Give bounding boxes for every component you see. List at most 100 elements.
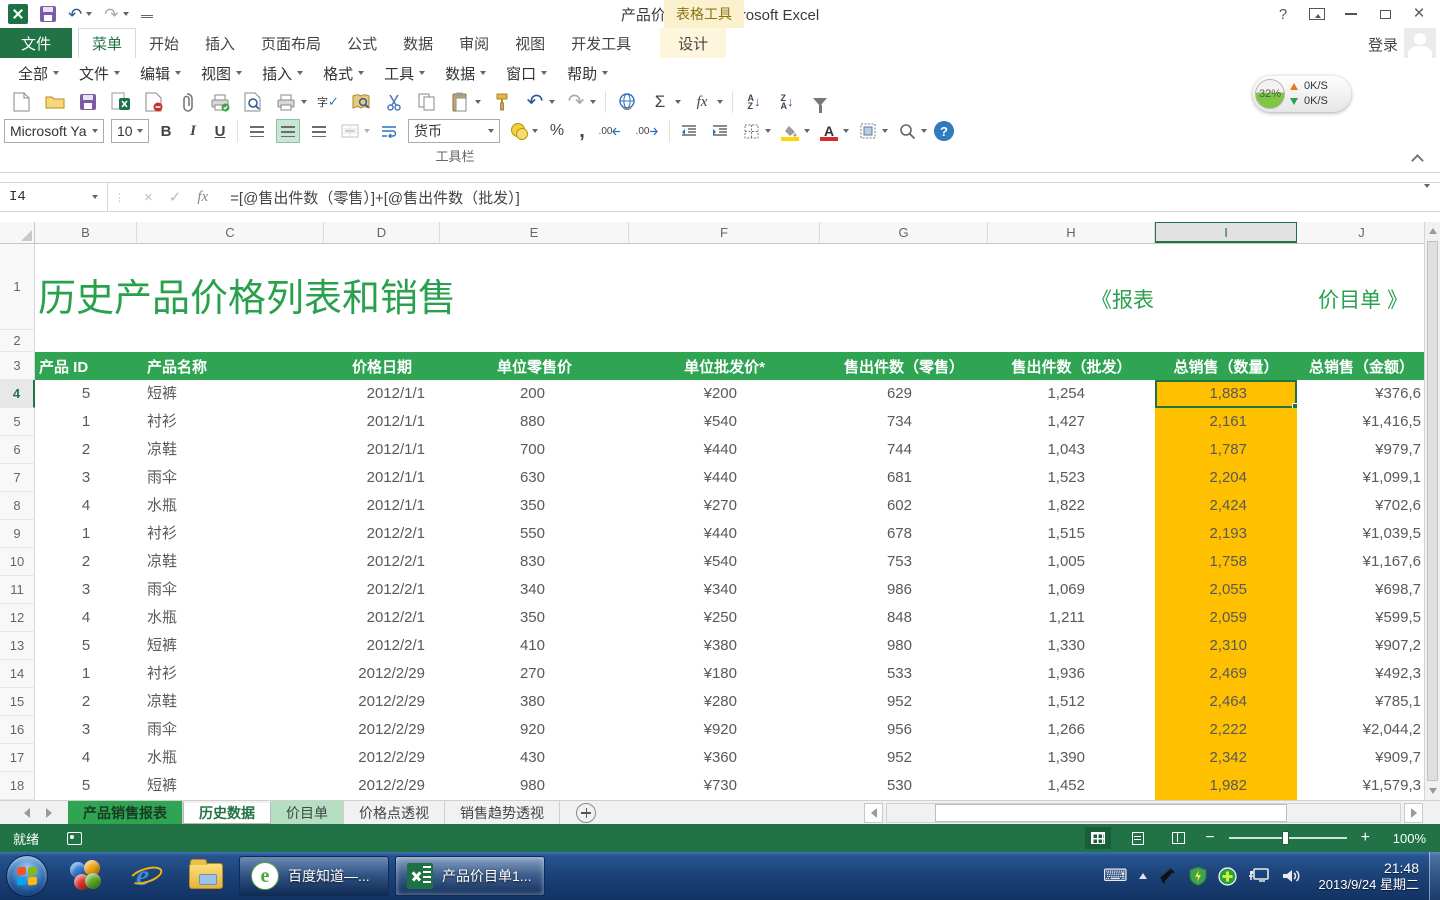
row-header[interactable]: 6 xyxy=(0,436,35,464)
cut-icon[interactable] xyxy=(382,90,406,114)
cell-total-sales-qty[interactable]: 1,982 xyxy=(1155,772,1297,800)
cell-unit-wholesale-price[interactable]: ¥180 xyxy=(629,660,820,688)
cell-price-date[interactable]: 2012/2/1 xyxy=(324,604,440,632)
cell-product-id[interactable]: 1 xyxy=(35,408,137,436)
page-layout-view-button[interactable] xyxy=(1125,827,1151,849)
menu-item[interactable]: 全部 xyxy=(8,58,69,88)
align-center-icon[interactable] xyxy=(276,119,300,143)
prev-sheet-icon[interactable] xyxy=(24,808,30,818)
sheet-tab[interactable]: 价目单 xyxy=(271,801,344,824)
cell-total-sales-amount[interactable]: ¥1,167,6 xyxy=(1297,548,1427,576)
menu-item[interactable]: 视图 xyxy=(191,58,252,88)
row-header[interactable]: 5 xyxy=(0,408,35,436)
cell-product-name[interactable]: 水瓶 xyxy=(137,744,324,772)
menu-item[interactable]: 编辑 xyxy=(130,58,191,88)
font-size-select[interactable]: 10 xyxy=(111,119,149,143)
row-header[interactable]: 16 xyxy=(0,716,35,744)
ribbon-tab[interactable]: 设计 xyxy=(660,28,726,58)
sheet-tab[interactable]: 历史数据 xyxy=(183,801,271,824)
cell-price-date[interactable]: 2012/2/29 xyxy=(324,716,440,744)
cell-total-sales-qty[interactable]: 2,222 xyxy=(1155,716,1297,744)
redo-list-dropdown-icon[interactable] xyxy=(590,100,596,104)
column-header[interactable]: B xyxy=(35,222,137,243)
cell-total-sales-amount[interactable]: ¥907,2 xyxy=(1297,632,1427,660)
cell-unit-retail-price[interactable]: 630 xyxy=(440,464,629,492)
undo-quick-icon[interactable]: ↶ xyxy=(68,6,82,23)
cell-units-sold-wholesale[interactable]: 1,936 xyxy=(988,660,1155,688)
cell-total-sales-qty[interactable]: 2,059 xyxy=(1155,604,1297,632)
cell-product-name[interactable]: 雨伞 xyxy=(137,464,324,492)
save-icon[interactable] xyxy=(76,90,100,114)
merge-cells-icon[interactable] xyxy=(338,119,362,143)
sign-in-link[interactable]: 登录 xyxy=(1368,30,1398,58)
redo-dropdown-icon[interactable] xyxy=(123,12,129,16)
row-header[interactable]: 2 xyxy=(0,330,35,352)
cell-total-sales-qty[interactable]: 2,424 xyxy=(1155,492,1297,520)
column-header[interactable]: G xyxy=(820,222,988,243)
insert-function-icon[interactable]: fx xyxy=(690,90,714,114)
row-header[interactable]: 18 xyxy=(0,772,35,800)
insert-function-button[interactable]: fx xyxy=(197,189,208,206)
cell-product-id[interactable]: 5 xyxy=(35,772,137,800)
cell-product-name[interactable]: 雨伞 xyxy=(137,576,324,604)
colorful-spheres-app-icon[interactable] xyxy=(62,854,110,898)
cell-unit-wholesale-price[interactable]: ¥380 xyxy=(629,632,820,660)
cell-units-sold-retail[interactable]: 744 xyxy=(820,436,988,464)
row-header[interactable]: 9 xyxy=(0,520,35,548)
cell-total-sales-qty[interactable]: 2,055 xyxy=(1155,576,1297,604)
cell-units-sold-retail[interactable]: 602 xyxy=(820,492,988,520)
menu-item[interactable]: 数据 xyxy=(435,58,496,88)
ribbon-tab[interactable]: 数据 xyxy=(390,28,446,58)
font-color-icon[interactable]: A xyxy=(817,119,841,143)
cell-unit-retail-price[interactable]: 270 xyxy=(440,660,629,688)
font-color-dropdown-icon[interactable] xyxy=(843,129,849,133)
column-header[interactable]: J xyxy=(1297,222,1427,243)
cell-unit-retail-price[interactable]: 200 xyxy=(440,380,629,408)
cell-product-name[interactable]: 短裤 xyxy=(137,632,324,660)
cell-unit-retail-price[interactable]: 410 xyxy=(440,632,629,660)
ribbon-tab[interactable]: 菜单 xyxy=(78,28,136,58)
row-header[interactable]: 17 xyxy=(0,744,35,772)
cell-unit-wholesale-price[interactable]: ¥920 xyxy=(629,716,820,744)
user-avatar[interactable] xyxy=(1404,28,1436,58)
vertical-scroll-thumb[interactable] xyxy=(1427,241,1438,781)
cell-product-id[interactable]: 4 xyxy=(35,604,137,632)
cell-product-id[interactable]: 3 xyxy=(35,464,137,492)
column-header[interactable]: F xyxy=(629,222,820,243)
ribbon-tab[interactable]: 文件 xyxy=(0,28,72,58)
cell-units-sold-retail[interactable]: 980 xyxy=(820,632,988,660)
cell-units-sold-wholesale[interactable]: 1,523 xyxy=(988,464,1155,492)
cell-units-sold-retail[interactable]: 848 xyxy=(820,604,988,632)
currency-dropdown-icon[interactable] xyxy=(532,129,538,133)
filter-icon[interactable] xyxy=(808,90,832,114)
cell-total-sales-amount[interactable]: ¥1,579,3 xyxy=(1297,772,1427,800)
cell-unit-wholesale-price[interactable]: ¥270 xyxy=(629,492,820,520)
cell-units-sold-wholesale[interactable]: 1,211 xyxy=(988,604,1155,632)
help-icon[interactable]: ? xyxy=(934,121,954,141)
close-button[interactable]: × xyxy=(1402,1,1436,27)
borders-icon[interactable] xyxy=(739,119,763,143)
cell-total-sales-amount[interactable]: ¥376,6 xyxy=(1297,380,1427,408)
table-column-header[interactable]: 价格日期 xyxy=(324,352,440,380)
autosum-icon[interactable]: Σ xyxy=(648,90,672,114)
column-header[interactable]: H xyxy=(988,222,1155,243)
megaphone-tray-icon[interactable] xyxy=(1158,867,1178,885)
cell-units-sold-wholesale[interactable]: 1,043 xyxy=(988,436,1155,464)
cell-unit-wholesale-price[interactable]: ¥440 xyxy=(629,520,820,548)
antivirus-shield-icon[interactable] xyxy=(1189,866,1207,886)
excel-app-icon[interactable] xyxy=(8,4,28,24)
percent-style-button[interactable]: % xyxy=(545,122,569,140)
paste-dropdown-icon[interactable] xyxy=(475,100,481,104)
cell-total-sales-qty[interactable]: 2,464 xyxy=(1155,688,1297,716)
cell-product-name[interactable]: 衬衫 xyxy=(137,408,324,436)
bold-button[interactable]: B xyxy=(156,123,176,140)
new-sheet-icon[interactable] xyxy=(576,803,596,823)
cell-unit-wholesale-price[interactable]: ¥280 xyxy=(629,688,820,716)
align-left-icon[interactable] xyxy=(245,119,269,143)
increase-indent-icon[interactable] xyxy=(708,119,732,143)
confirm-entry-button[interactable]: ✓ xyxy=(169,188,182,206)
menu-item[interactable]: 文件 xyxy=(69,58,130,88)
cell-product-name[interactable]: 雨伞 xyxy=(137,716,324,744)
ribbon-display-options-button[interactable] xyxy=(1300,1,1334,27)
cell-price-date[interactable]: 2012/2/29 xyxy=(324,660,440,688)
